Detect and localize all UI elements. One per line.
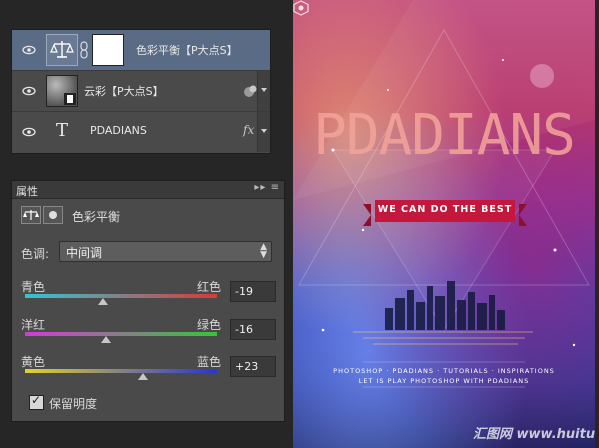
tone-label: 色调: xyxy=(21,247,50,261)
slider-left-label: 青色 xyxy=(21,280,46,294)
ribbon-text: WE CAN DO THE BEST xyxy=(377,204,513,215)
slider-right-label: 蓝色 xyxy=(197,355,222,369)
slider-value: -19 xyxy=(235,285,253,298)
slider-track[interactable] xyxy=(25,332,217,336)
poster-subtagline: LET IS PLAY PHOTOSHOP WITH PDADIANS xyxy=(358,377,530,385)
visibility-eye-icon[interactable] xyxy=(22,125,36,139)
slider-left-label: 洋红 xyxy=(21,318,46,332)
layer-text-pdadians[interactable]: T PDADIANS fx xyxy=(12,112,270,152)
preserve-luminosity-label: 保留明度 xyxy=(49,397,98,411)
link-chain-icon[interactable] xyxy=(79,41,89,59)
slider-value-input[interactable]: +23 xyxy=(230,356,276,377)
layer-effects-icon[interactable]: fx xyxy=(243,123,254,137)
layer-name: 云彩【P大点S】 xyxy=(84,85,164,98)
tab-properties[interactable]: 属性 xyxy=(16,183,38,199)
slider-handle[interactable] xyxy=(138,373,149,380)
properties-header: 属性 ▸▸ ≡ xyxy=(12,181,284,199)
slider-magenta-green: 洋红 绿色 -16 xyxy=(12,316,284,356)
properties-title: 色彩平衡 xyxy=(72,210,121,224)
slider-right-label: 绿色 xyxy=(197,318,222,332)
properties-panel: 属性 ▸▸ ≡ 色彩平衡 色调: 中间调 ▲ ▼ 青色 红色 -19 洋红 绿色 … xyxy=(11,180,285,422)
layer-name: 色彩平衡【P大点S】 xyxy=(136,44,238,57)
document-canvas[interactable]: PDADIANS WE CAN DO THE BEST PHOTOSHOP · … xyxy=(293,0,595,448)
slider-right-label: 红色 xyxy=(197,280,222,294)
panel-menu-icon[interactable]: ▸▸ ≡ xyxy=(254,182,280,193)
slider-yellow-blue: 黄色 蓝色 +23 xyxy=(12,353,284,393)
visibility-eye-icon[interactable] xyxy=(22,43,36,57)
adjustment-thumbnail[interactable] xyxy=(46,34,78,66)
poster-ribbon: WE CAN DO THE BEST xyxy=(363,200,527,226)
layer-mask-thumbnail[interactable] xyxy=(92,34,124,66)
slider-track[interactable] xyxy=(25,294,217,298)
slider-handle[interactable] xyxy=(97,298,108,305)
slider-cyan-red: 青色 红色 -19 xyxy=(12,278,284,318)
poster-title: PDADIANS xyxy=(313,103,576,168)
poster-tagline: PHOTOSHOP · PDADIANS · TUTORIALS · INSPI… xyxy=(333,367,555,375)
slider-value: +23 xyxy=(235,360,259,373)
slider-track[interactable] xyxy=(25,369,217,373)
tone-value: 中间调 xyxy=(66,246,103,260)
select-arrows-icon: ▲ ▼ xyxy=(260,242,267,260)
smart-object-icon xyxy=(64,93,76,105)
clouds-thumbnail[interactable] xyxy=(46,75,78,107)
preserve-luminosity-checkbox[interactable] xyxy=(29,393,44,410)
layer-color-balance[interactable]: 色彩平衡【P大点S】 xyxy=(12,30,270,71)
expand-arrow-icon[interactable] xyxy=(257,71,270,111)
slider-value-input[interactable]: -19 xyxy=(230,281,276,302)
mask-icon[interactable] xyxy=(43,206,63,224)
watermark: 汇图网 www.huitu.com xyxy=(473,427,595,442)
slider-handle[interactable] xyxy=(100,336,111,343)
expand-arrow-icon[interactable] xyxy=(257,112,270,152)
hexagon-logo-icon xyxy=(293,0,309,16)
balance-scale-icon[interactable] xyxy=(21,206,41,224)
visibility-eye-icon[interactable] xyxy=(22,84,36,98)
layer-clouds[interactable]: 云彩【P大点S】 xyxy=(12,71,270,112)
text-layer-icon: T xyxy=(56,120,69,141)
tone-select[interactable]: 中间调 ▲ ▼ xyxy=(59,241,272,262)
slider-value-input[interactable]: -16 xyxy=(230,319,276,340)
layer-name: PDADIANS xyxy=(90,124,147,137)
balance-scale-icon xyxy=(50,41,74,58)
slider-left-label: 黄色 xyxy=(21,355,46,369)
smart-filter-icon[interactable] xyxy=(243,84,257,98)
slider-value: -16 xyxy=(235,323,253,336)
layers-panel: 色彩平衡【P大点S】 云彩【P大点S】 T PDADIANS fx xyxy=(11,29,271,154)
